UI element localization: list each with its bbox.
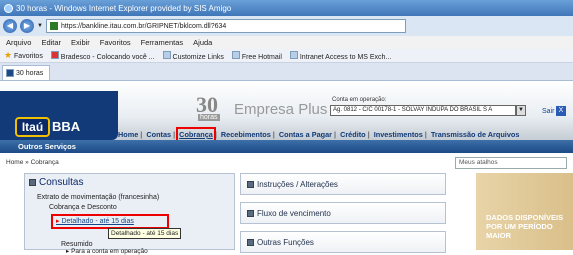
- detalhado-link[interactable]: ▸ Detalhado - até 15 dias: [51, 214, 169, 229]
- url-text: https://bankline.itau.com.br/GRIPNET/bkl…: [60, 22, 227, 30]
- instrucoes-box[interactable]: Instruções / Alterações: [240, 173, 446, 195]
- extrato-label: Extrato de movimentação (francesinha): [37, 194, 160, 201]
- url-field[interactable]: https://bankline.itau.com.br/GRIPNET/bkl…: [45, 19, 406, 33]
- expand-icon: [247, 209, 254, 217]
- atalhos-input[interactable]: Meus atalhos: [455, 157, 567, 169]
- menu-favoritos[interactable]: Favoritos: [100, 38, 131, 47]
- fav-free-hotmail[interactable]: Free Hotmail: [231, 50, 282, 61]
- nav-contas-a-pagar[interactable]: Contas a Pagar: [279, 130, 332, 139]
- bradesco-icon: [50, 50, 59, 59]
- nav-recebimentos[interactable]: Recebimentos: [221, 130, 271, 139]
- itau-bba-logo[interactable]: Itaú BBA: [0, 91, 118, 140]
- menu-ferramentas[interactable]: Ferramentas: [141, 38, 184, 47]
- collapse-icon: [29, 179, 36, 186]
- tooltip: Detalhado - até 15 dias: [108, 228, 182, 239]
- nav-investimentos[interactable]: Investimentos: [374, 130, 423, 139]
- window-titlebar: 30 horas - Windows Internet Explorer pro…: [0, 0, 573, 16]
- address-bar: ◀ ▶ ▼ https://bankline.itau.com.br/GRIPN…: [0, 16, 573, 36]
- promo-line1: DADOS DISPONÍVEIS: [486, 213, 564, 222]
- tab-icon: [6, 69, 14, 77]
- menu-exibir[interactable]: Exibir: [71, 38, 90, 47]
- expand-icon: [247, 238, 254, 246]
- fluxo-box[interactable]: Fluxo de vencimento: [240, 202, 446, 224]
- brand-empresa-plus: Empresa Plus: [234, 101, 328, 118]
- close-icon[interactable]: X: [556, 106, 566, 116]
- menu-ajuda[interactable]: Ajuda: [193, 38, 212, 47]
- tab-bar: 30 horas: [0, 63, 573, 81]
- forward-button[interactable]: ▶: [20, 19, 34, 33]
- outros-servicos-bar: Outros Serviços: [0, 140, 573, 153]
- promo-line3: MAIOR: [486, 231, 511, 240]
- promo-line2: POR UM PERÍODO: [486, 222, 553, 231]
- consultas-title[interactable]: Consultas: [29, 177, 83, 188]
- favorites-button[interactable]: ★ Favoritos: [4, 50, 43, 61]
- tab-30-horas[interactable]: 30 horas: [2, 65, 50, 80]
- nav-contas[interactable]: Contas: [146, 130, 171, 139]
- dropdown-icon[interactable]: ▼: [37, 23, 43, 29]
- nav-credito[interactable]: Crédito: [340, 130, 366, 139]
- conta-select[interactable]: Ag. 0812 - C/C 00178-1 - SOLVAY INDUPA D…: [330, 105, 516, 116]
- breadcrumb: Home » Cobrança: [6, 159, 59, 166]
- back-button[interactable]: ◀: [3, 19, 17, 33]
- page-icon: [162, 50, 171, 59]
- promo-banner[interactable]: DADOS DISPONÍVEIS POR UM PERÍODO MAIOR: [476, 173, 573, 250]
- page-icon: [289, 50, 298, 59]
- nav-home[interactable]: Home: [118, 130, 138, 139]
- brand-horas: horas: [198, 114, 220, 121]
- nav-transmissao[interactable]: Transmissão de Arquivos: [431, 130, 520, 139]
- page-icon: [231, 50, 240, 59]
- consultas-panel: Consultas Extrato de movimentação (franc…: [24, 173, 235, 250]
- fav-intranet[interactable]: Intranet Access to MS Exch...: [289, 50, 391, 61]
- main-nav: Home | Contas | Cobrança | Recebimentos | Co…: [118, 127, 520, 142]
- favorites-bar: ★ Favoritos Bradesco - Colocando você ..…: [0, 49, 573, 63]
- conta-label: Conta em operação:: [332, 97, 387, 103]
- resumido-sub-link[interactable]: ▸ Para a conta em operação: [66, 247, 148, 255]
- fav-bradesco[interactable]: Bradesco - Colocando você ...: [50, 50, 155, 61]
- expand-icon: [247, 180, 254, 188]
- star-icon: ★: [4, 50, 13, 60]
- fav-customize-links[interactable]: Customize Links: [162, 50, 224, 61]
- ie-icon: [4, 3, 13, 13]
- chevron-down-icon[interactable]: ▼: [516, 105, 526, 116]
- menu-bar: Arquivo Editar Exibir Favoritos Ferramen…: [0, 36, 573, 49]
- nav-cobranca[interactable]: Cobrança: [176, 127, 216, 142]
- logo-itau: Itaú: [15, 117, 50, 137]
- menu-arquivo[interactable]: Arquivo: [6, 38, 31, 47]
- cobranca-desconto-label: Cobrança e Desconto: [49, 204, 117, 211]
- window-title: 30 horas - Windows Internet Explorer pro…: [16, 3, 232, 13]
- site-icon: [49, 22, 58, 30]
- logo-bba: BBA: [52, 119, 81, 134]
- outros-servicos-link[interactable]: Outros Serviços: [18, 142, 76, 151]
- menu-editar[interactable]: Editar: [41, 38, 61, 47]
- sair-link[interactable]: Sair: [542, 108, 554, 115]
- site-content: Itaú BBA 30 horas Empresa Plus Conta em …: [0, 81, 573, 255]
